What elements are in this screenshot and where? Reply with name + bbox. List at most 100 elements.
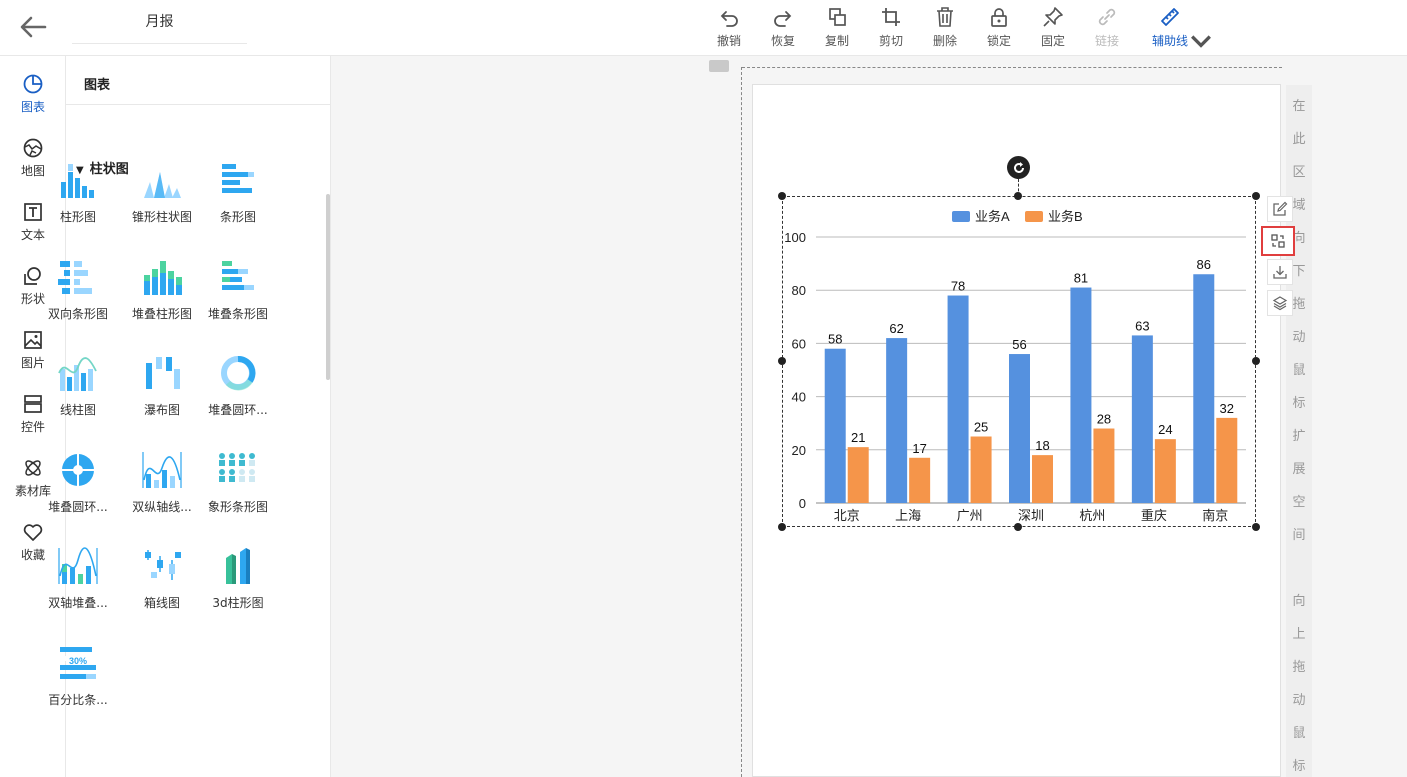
toolbar-pin-button[interactable]: 固定 (1026, 6, 1080, 52)
chart-type-item[interactable]: 堆叠圆环... (38, 450, 118, 530)
toolbar-label: 恢复 (770, 34, 795, 48)
chart-type-item[interactable]: 堆叠条形图 (198, 257, 278, 337)
hint-char: 标 (1292, 759, 1306, 774)
pie-chart-icon (23, 74, 43, 94)
hint-char: 在 (1292, 99, 1306, 114)
toolbar-crop-button[interactable]: 剪切 (864, 6, 918, 52)
redo-icon (774, 11, 792, 27)
chart-type-item[interactable]: 象形条形图 (198, 450, 278, 530)
trash-icon (937, 7, 953, 27)
chart-thumbnail-icon (58, 261, 92, 294)
chart-thumbnail-icon (144, 172, 181, 198)
hint-char: 鼠 (1292, 726, 1306, 741)
chart-thumbnail-icon (61, 164, 94, 198)
chart-thumbnail-icon (226, 548, 250, 584)
resize-handle[interactable] (1252, 192, 1260, 200)
chart-type-label: 百分比条... (48, 693, 108, 707)
hint-char: 动 (1292, 330, 1306, 345)
pin-icon (1043, 7, 1063, 27)
hint-char: 鼠 (1292, 363, 1306, 378)
chart-type-item[interactable]: 双轴堆叠... (38, 546, 118, 626)
copy-icon (829, 8, 846, 26)
toolbar-copy-button[interactable]: 复制 (810, 6, 864, 52)
chart-type-label: 锥形柱状图 (131, 210, 192, 224)
toolbar-redo-button[interactable]: 恢复 (756, 6, 810, 52)
component-panel: 图表 ▼ 柱状图 柱形图 锥形柱状图 条形图 双向条形图 堆叠柱形图 堆叠条形图 线柱图 瀑布图… (48, 56, 331, 777)
toolbar-label: 锁定 (986, 34, 1011, 48)
toolbar-label: 链接 (1094, 34, 1119, 48)
chart-type-item[interactable]: 双向条形图 (38, 257, 118, 337)
panel-divider (66, 104, 331, 105)
map-globe-icon (23, 138, 43, 158)
chart-thumbnail-icon: 30% (60, 647, 96, 679)
toolbar-undo-button[interactable]: 撤销 (702, 6, 756, 52)
chart-type-item[interactable]: 瀑布图 (122, 353, 202, 433)
chart-thumbnail-icon (219, 453, 255, 482)
toolbar: 撤销 恢复 复制 剪切 删除 锁定 固定 链接 辅助线 (702, 6, 1211, 52)
ruler-icon (1161, 8, 1179, 26)
chart-thumbnail-icon (62, 454, 94, 486)
chart-type-item[interactable]: 线柱图 (38, 353, 118, 433)
chart-type-item[interactable]: 3d柱形图 (198, 546, 278, 626)
resize-handle[interactable] (1252, 357, 1260, 365)
resize-handle[interactable] (778, 192, 786, 200)
edit-icon (1273, 201, 1288, 216)
toolbar-label: 辅助线 (1151, 34, 1188, 48)
hint-char: 区 (1292, 165, 1306, 180)
resize-handle[interactable] (778, 523, 786, 531)
chart-type-label: 堆叠条形图 (207, 307, 268, 321)
chart-thumbnail-icon (58, 547, 98, 584)
toolbar-link-button[interactable]: 链接 (1080, 6, 1134, 52)
chart-type-label: 3d柱形图 (212, 596, 264, 610)
panel-scrollbar[interactable] (326, 194, 330, 380)
chart-type-label: 柱形图 (59, 210, 96, 224)
chart-type-item[interactable]: 柱形图 (38, 160, 118, 240)
document-title[interactable]: 月报 (72, 4, 247, 44)
crop-icon (882, 8, 900, 26)
chart-thumbnail-icon (58, 357, 97, 391)
hint-char: 展 (1292, 462, 1306, 477)
toolbar-lock-button[interactable]: 锁定 (972, 6, 1026, 52)
toolbar-ruler-button[interactable]: 辅助线 (1134, 6, 1211, 52)
resize-handle[interactable] (778, 357, 786, 365)
chart-type-label: 条形图 (219, 210, 256, 224)
chart-type-item[interactable]: 双纵轴线... (122, 450, 202, 530)
chart-thumbnail-icon (222, 164, 254, 193)
chart-type-label: 箱线图 (143, 596, 180, 610)
layer-button[interactable] (1267, 290, 1293, 316)
guide-line-vertical[interactable] (741, 67, 742, 777)
chart-type-label: 堆叠圆环... (208, 403, 268, 417)
percent-badge: 30% (69, 656, 87, 666)
guide-line-horizontal[interactable] (742, 67, 1282, 68)
chart-type-label: 线柱图 (59, 403, 96, 417)
arrow-left-icon (20, 16, 47, 38)
chart-type-item[interactable]: 堆叠圆环... (198, 353, 278, 433)
chart-thumbnail-icon (146, 357, 180, 389)
chart-type-item[interactable]: 锥形柱状图 (122, 160, 202, 240)
chart-thumbnail-icon (144, 261, 182, 295)
chart-type-label: 堆叠圆环... (48, 500, 108, 514)
back-button[interactable] (16, 12, 50, 42)
chart-type-item[interactable]: 30% 百分比条... (38, 643, 118, 723)
rotate-icon (1013, 161, 1024, 173)
resize-handle[interactable] (1014, 523, 1022, 531)
toolbar-trash-button[interactable]: 删除 (918, 6, 972, 52)
chart-type-label: 象形条形图 (207, 500, 268, 514)
replace-button[interactable] (1261, 226, 1295, 256)
resize-handle[interactable] (1252, 523, 1260, 531)
edit-button[interactable] (1267, 196, 1293, 222)
chart-type-item[interactable]: 条形图 (198, 160, 278, 240)
rotate-handle[interactable] (1007, 156, 1030, 179)
undo-icon (720, 11, 738, 27)
resize-handle[interactable] (1014, 192, 1022, 200)
chart-type-label: 双向条形图 (47, 307, 108, 321)
chart-type-item[interactable]: 箱线图 (122, 546, 202, 626)
chart-thumbnail-icon (145, 550, 181, 580)
hint-char: 间 (1292, 528, 1306, 543)
chart-type-item[interactable]: 堆叠柱形图 (122, 257, 202, 337)
chevron-down-icon[interactable] (1190, 30, 1212, 52)
nav-item-pie-chart[interactable]: 图表 (0, 73, 66, 125)
selection-box (782, 196, 1256, 527)
download-button[interactable] (1267, 259, 1293, 285)
swap-icon (1271, 234, 1285, 248)
